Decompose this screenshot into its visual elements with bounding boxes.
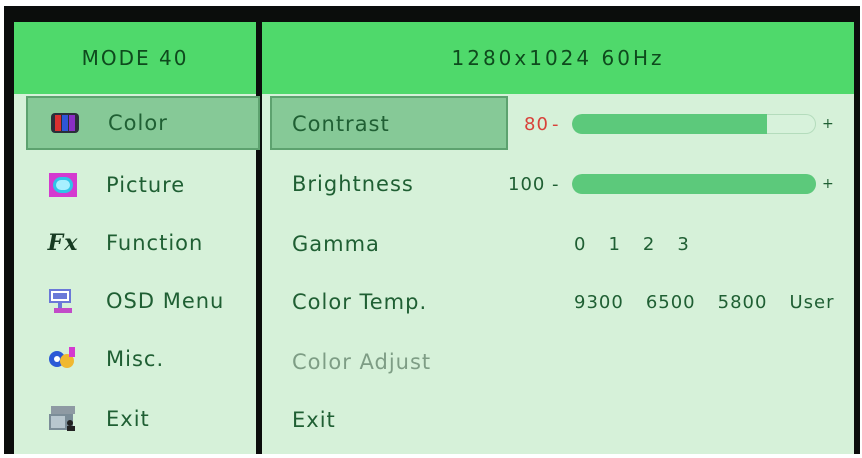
color-temp-option[interactable]: 9300 [574, 292, 624, 313]
gamma-option[interactable]: 1 [608, 234, 620, 255]
color-temp-option[interactable]: User [789, 292, 834, 313]
brightness-slider-fill [572, 174, 816, 194]
mode-header: MODE 40 [14, 22, 256, 94]
contrast-plus[interactable]: + [822, 96, 835, 152]
color-adjust-row: Color Adjust [262, 334, 854, 390]
gamma-option[interactable]: 3 [677, 234, 689, 255]
color-temp-option[interactable]: 5800 [718, 292, 768, 313]
color-temp-row[interactable]: Color Temp. 9300 6500 5800 User [262, 274, 854, 330]
picture-icon [46, 170, 80, 200]
menu-item-label: Color [108, 111, 168, 135]
brightness-slider[interactable] [572, 174, 816, 194]
exit-row[interactable]: Exit [262, 392, 854, 448]
submenu-panel: 1280x1024 60Hz Contrast 80 - + Brightnes… [262, 22, 854, 454]
menu-item-osd-menu[interactable]: OSD Menu [22, 274, 262, 328]
menu-item-label: Function [106, 231, 204, 255]
contrast-slider[interactable] [572, 114, 816, 134]
resolution-header: 1280x1024 60Hz [262, 22, 854, 94]
menu-item-label: OSD Menu [106, 289, 225, 313]
exit-icon [46, 404, 80, 434]
misc-icon [46, 344, 80, 374]
brightness-label: Brightness [292, 172, 414, 196]
contrast-slider-fill [572, 114, 768, 134]
brightness-row[interactable]: Brightness 100 - + [262, 156, 854, 212]
color-temp-label: Color Temp. [292, 290, 428, 314]
color-temp-option[interactable]: 6500 [646, 292, 696, 313]
menu-item-exit[interactable]: Exit [22, 392, 262, 446]
color-temp-options: 9300 6500 5800 User [574, 274, 834, 330]
menu-item-misc[interactable]: Misc. [22, 332, 262, 386]
gamma-row[interactable]: Gamma 0 1 2 3 [262, 216, 854, 272]
brightness-value: 100 [508, 173, 546, 195]
contrast-minus[interactable]: - [552, 96, 560, 152]
gamma-option[interactable]: 0 [574, 234, 586, 255]
contrast-row[interactable]: Contrast 80 - + [262, 96, 854, 152]
color-adjust-label: Color Adjust [292, 350, 432, 374]
contrast-label: Contrast [292, 112, 390, 136]
main-menu-panel: MODE 40 Color Picture Fx Function OSD Me… [14, 22, 260, 454]
osd-menu-icon [46, 286, 80, 316]
gamma-option[interactable]: 2 [643, 234, 655, 255]
menu-item-label: Picture [106, 173, 186, 197]
menu-item-label: Exit [106, 407, 150, 431]
menu-item-picture[interactable]: Picture [22, 158, 262, 212]
contrast-value: 80 [524, 113, 549, 135]
color-icon [48, 108, 82, 138]
function-icon: Fx [47, 230, 79, 256]
menu-item-label: Misc. [106, 347, 165, 371]
menu-item-function[interactable]: Fx Function [22, 216, 262, 270]
menu-item-color[interactable]: Color [26, 96, 260, 150]
brightness-plus[interactable]: + [822, 156, 835, 212]
brightness-minus[interactable]: - [552, 156, 560, 212]
exit-label: Exit [292, 408, 336, 432]
gamma-options: 0 1 2 3 [574, 216, 712, 272]
gamma-label: Gamma [292, 232, 380, 256]
